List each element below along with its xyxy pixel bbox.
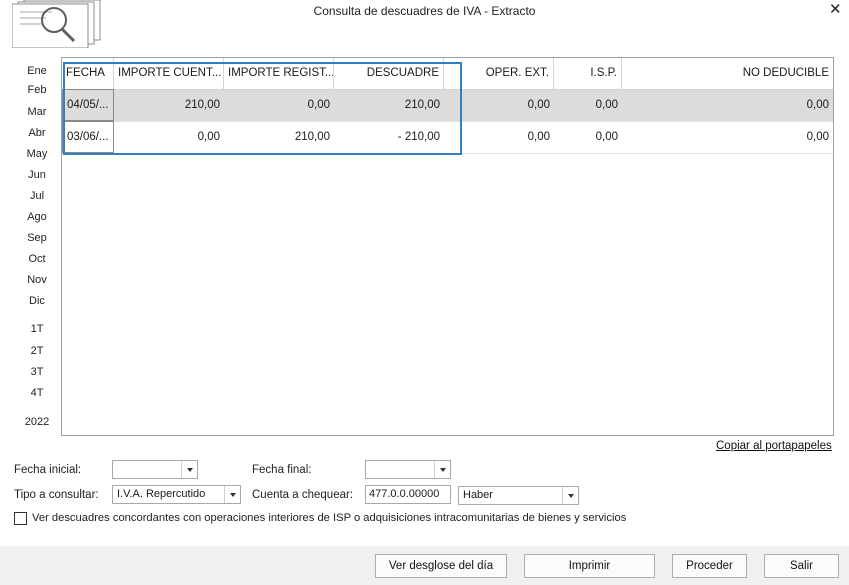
table-row[interactable]: 03/06/... 0,00 210,00 - 210,00 0,00 0,00… (62, 121, 833, 154)
isp-intracomunitarias-checkbox[interactable] (14, 512, 27, 525)
salir-button[interactable]: Salir (764, 554, 839, 578)
cuenta-chequear-input[interactable]: 477.0.0.00000 (365, 485, 451, 504)
year-selector[interactable]: 2022 (14, 416, 60, 428)
cell-fecha[interactable]: 04/05/... (62, 89, 114, 121)
debe-haber-select[interactable]: Haber (458, 486, 579, 505)
cell-oper-ext[interactable]: 0,00 (444, 90, 554, 121)
cell-no-deducible[interactable]: 0,00 (622, 90, 833, 121)
quarter-4t[interactable]: 4T (14, 387, 60, 399)
month-abr[interactable]: Abr (14, 127, 60, 139)
quarter-2t[interactable]: 2T (14, 345, 60, 357)
cell-isp[interactable]: 0,00 (554, 122, 622, 153)
table-row[interactable]: 04/05/... 210,00 0,00 210,00 0,00 0,00 0… (62, 89, 833, 122)
quarter-1t[interactable]: 1T (14, 323, 60, 335)
cell-fecha[interactable]: 03/06/... (62, 121, 114, 153)
grid-header: FECHA IMPORTE CUENT... IMPORTE REGIST...… (62, 58, 833, 90)
month-jul[interactable]: Jul (14, 190, 60, 202)
quarter-3t[interactable]: 3T (14, 366, 60, 378)
tipo-consultar-select[interactable]: I.V.A. Repercutido (112, 485, 241, 504)
fecha-final-picker[interactable] (365, 460, 451, 479)
month-dic[interactable]: Dic (14, 295, 60, 307)
month-sep[interactable]: Sep (14, 232, 60, 244)
cell-descuadre[interactable]: - 210,00 (334, 122, 444, 153)
tipo-consultar-value: I.V.A. Repercutido (117, 488, 206, 500)
chevron-down-icon[interactable] (434, 461, 450, 478)
col-header-oper-ext[interactable]: OPER. EXT. (444, 58, 554, 89)
cell-isp[interactable]: 0,00 (554, 90, 622, 121)
cell-no-deducible[interactable]: 0,00 (622, 122, 833, 153)
cell-oper-ext[interactable]: 0,00 (444, 122, 554, 153)
cell-importe-cuenta[interactable]: 0,00 (114, 122, 224, 153)
cell-importe-registro[interactable]: 210,00 (224, 122, 334, 153)
cell-importe-cuenta[interactable]: 210,00 (114, 90, 224, 121)
month-may[interactable]: May (14, 148, 60, 160)
ver-desglose-button[interactable]: Ver desglose del día (375, 554, 507, 578)
isp-intracomunitarias-label: Ver descuadres concordantes con operacio… (32, 512, 627, 524)
col-header-importe-cuenta[interactable]: IMPORTE CUENT... (114, 58, 224, 89)
proceder-button[interactable]: Proceder (672, 554, 747, 578)
month-mar[interactable]: Mar (14, 106, 60, 118)
month-feb[interactable]: Feb (14, 84, 60, 96)
close-icon[interactable]: ✕ (829, 0, 842, 18)
col-header-importe-registro[interactable]: IMPORTE REGIST... (224, 58, 334, 89)
imprimir-button[interactable]: Imprimir (524, 554, 655, 578)
fecha-final-label: Fecha final: (252, 464, 312, 476)
debe-haber-value: Haber (463, 489, 493, 501)
col-header-isp[interactable]: I.S.P. (554, 58, 622, 89)
month-jun[interactable]: Jun (14, 169, 60, 181)
chevron-down-icon[interactable] (181, 461, 197, 478)
month-nov[interactable]: Nov (14, 274, 60, 286)
month-ago[interactable]: Ago (14, 211, 60, 223)
month-oct[interactable]: Oct (14, 253, 60, 265)
chevron-down-icon[interactable] (224, 486, 240, 503)
descuadres-grid[interactable]: FECHA IMPORTE CUENT... IMPORTE REGIST...… (61, 57, 834, 436)
window-title: Consulta de descuadres de IVA - Extracto (313, 4, 536, 18)
cell-importe-registro[interactable]: 0,00 (224, 90, 334, 121)
copy-to-clipboard-link[interactable]: Copiar al portapapeles (716, 440, 832, 452)
col-header-fecha[interactable]: FECHA (62, 58, 114, 89)
chevron-down-icon[interactable] (562, 487, 578, 504)
tipo-consultar-label: Tipo a consultar: (14, 489, 99, 501)
cuenta-chequear-label: Cuenta a chequear: (252, 489, 354, 501)
fecha-inicial-label: Fecha inicial: (14, 464, 82, 476)
month-ene[interactable]: Ene (14, 65, 60, 77)
cell-descuadre[interactable]: 210,00 (334, 90, 444, 121)
col-header-no-deducible[interactable]: NO DEDUCIBLE (622, 58, 833, 89)
fecha-inicial-picker[interactable] (112, 460, 198, 479)
col-header-descuadre[interactable]: DESCUADRE (334, 58, 444, 89)
